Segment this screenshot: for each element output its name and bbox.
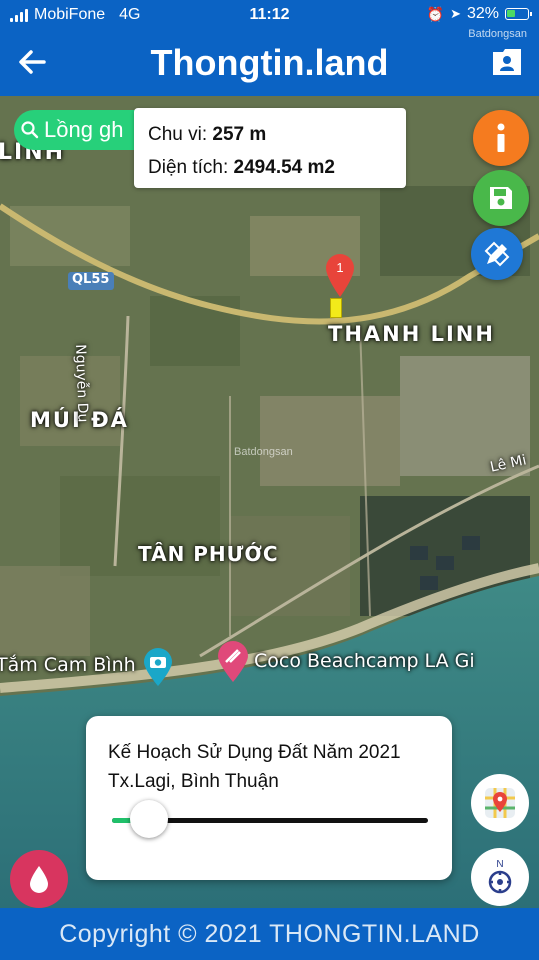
street-label-nguyen-du: Nguyễn Du — [72, 344, 91, 423]
status-bar: MobiFone 4G 11:12 ⏰ ➤ 32% — [0, 0, 539, 30]
road-label-ql55: QL55 — [72, 272, 110, 287]
map-watermark: Batdongsan — [234, 446, 293, 458]
area-value: 2494.54 m2 — [233, 157, 335, 178]
poi-label-tam-cam-binh: Tắm Cam Bình — [0, 654, 136, 676]
battery-percent: 32% — [466, 5, 499, 22]
app-header: Thongtin.land Batdongsan — [0, 28, 539, 96]
poi-label-coco: Coco Beachcamp LA Gi — [254, 650, 475, 672]
layer-color-button[interactable] — [10, 850, 68, 908]
pin-number: 1 — [336, 260, 343, 275]
perimeter-label: Chu vi: — [148, 124, 208, 145]
satellite-map[interactable]: QL55 LINH THANH LINH MÚI ĐÁ TÂN PHƯỚC Ng… — [0, 96, 539, 908]
brand-watermark: Batdongsan — [468, 28, 527, 40]
profile-card-button[interactable] — [491, 48, 523, 76]
copyright-footer: Copyright © 2021 THONGTIN.LAND — [0, 908, 539, 960]
info-button[interactable] — [473, 110, 529, 166]
status-right: ⏰ ➤ 32% — [426, 5, 532, 23]
google-maps-button[interactable] — [471, 774, 529, 832]
planning-layer-panel: Kế Hoạch Sử Dụng Đất Năm 2021 Tx.Lagi, B… — [86, 716, 452, 880]
planning-layer-title: Kế Hoạch Sử Dụng Đất Năm 2021 Tx.Lagi, B… — [108, 742, 401, 792]
place-label-tan-phuoc: TÂN PHƯỚC — [138, 542, 279, 566]
camera-icon — [144, 648, 172, 686]
place-label-thanh-linh: THANH LINH — [328, 322, 495, 346]
search-text: Lồng gh — [44, 117, 124, 142]
draw-measure-button[interactable] — [471, 228, 523, 280]
svg-text:N: N — [496, 859, 503, 870]
perimeter-row: Chu vi: 257 m — [148, 118, 392, 151]
measurement-box: Chu vi: 257 m Diện tích: 2494.54 m2 — [134, 108, 406, 188]
compass-icon: N — [488, 859, 512, 894]
id-card-icon — [493, 49, 521, 75]
land-parcel-highlight[interactable] — [330, 298, 342, 318]
area-label: Diện tích: — [148, 157, 229, 178]
pencil-ruler-icon — [484, 241, 510, 267]
search-location-pill[interactable]: Lồng gh — [14, 110, 154, 150]
alarm-icon: ⏰ — [426, 5, 445, 22]
compass-button[interactable]: N — [471, 848, 529, 906]
battery-icon — [505, 8, 532, 20]
save-icon — [490, 187, 512, 209]
pink-location-icon — [218, 641, 248, 682]
save-button[interactable] — [473, 170, 529, 226]
area-row: Diện tích: 2494.54 m2 — [148, 151, 392, 184]
page-title: Thongtin.land — [150, 42, 389, 83]
info-icon — [497, 123, 505, 152]
poi-tam-cam-binh[interactable]: Tắm Cam Bình — [0, 648, 176, 688]
slider-thumb[interactable] — [129, 800, 168, 838]
map-pin-icon[interactable]: 1 — [324, 252, 356, 298]
poi-coco-beachcamp[interactable]: Coco Beachcamp LA Gi — [216, 640, 506, 684]
search-icon — [21, 121, 39, 139]
water-drop-icon — [30, 866, 48, 893]
location-arrow-icon: ➤ — [450, 6, 461, 21]
perimeter-value: 257 m — [212, 124, 267, 145]
google-maps-icon — [485, 788, 515, 818]
opacity-slider[interactable] — [112, 800, 428, 838]
